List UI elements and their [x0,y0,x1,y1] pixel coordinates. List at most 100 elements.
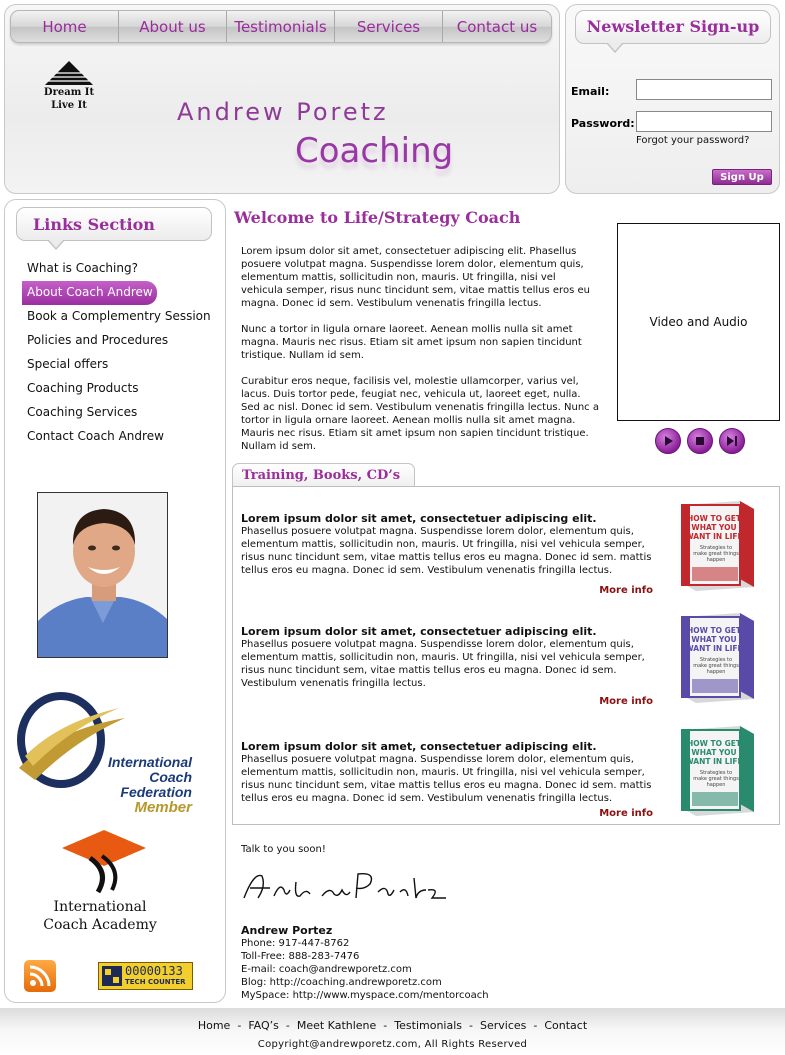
stop-icon [696,437,704,445]
more-info-link[interactable]: More info [599,695,653,708]
icf-line-1: International [107,754,192,770]
svg-text:WHAT YOU: WHAT YOU [691,748,736,757]
next-button[interactable] [719,428,745,454]
newsletter-title: Newsletter Sign-up [575,10,771,53]
link-special-offers[interactable]: Special offers [22,353,218,377]
nav-contact-us[interactable]: Contact us [443,11,551,42]
svg-text:HOW TO GET: HOW TO GET [687,626,742,635]
nav-services[interactable]: Services [335,11,443,42]
play-icon [665,436,673,446]
more-info-link[interactable]: More info [599,584,653,597]
pyramid-icon [45,61,93,85]
contact-name: Andrew Portez [241,924,333,937]
link-contact-coach[interactable]: Contact Coach Andrew [22,425,218,449]
footer-link-faqs[interactable]: FAQ’s [248,1019,279,1032]
password-label: Password: [571,117,635,130]
intro-paragraph-3: Curabitur eros neque, facilisis vel, mol… [241,376,599,452]
rss-icon[interactable] [24,960,56,992]
svg-text:happen: happen [707,782,726,788]
link-coaching-services[interactable]: Coaching Services [22,401,218,425]
counter-icon [102,966,122,986]
newsletter-title-text: Newsletter Sign-up [586,17,760,36]
product-item: Lorem ipsum dolor sit amet, consectetuer… [241,512,653,602]
link-coaching-products[interactable]: Coaching Products [22,377,218,401]
links-list: What is Coaching? About Coach Andrew Boo… [22,257,218,449]
contact-myspace[interactable]: MySpace: http://www.myspace.com/mentorco… [241,989,489,1002]
coach-photo [37,492,168,658]
nav-testimonials[interactable]: Testimonials [227,11,335,42]
footer-link-contact[interactable]: Contact [544,1019,587,1032]
footer: Home - FAQ’s - Meet Kathlene - Testimonials - Se… [0,1008,785,1055]
product-item: Lorem ipsum dolor sit amet, consectetuer… [241,625,653,715]
footer-link-testimonials[interactable]: Testimonials [394,1019,462,1032]
svg-text:WANT IN LIFE: WANT IN LIFE [685,644,742,653]
nav-home[interactable]: Home [11,11,119,42]
svg-text:WANT IN LIFE: WANT IN LIFE [685,757,742,766]
copyright: Copyright@andrewporetz.com, All Rights R… [257,1039,528,1050]
footer-link-meet-kathlene[interactable]: Meet Kathlene [297,1019,376,1032]
sign-up-button[interactable]: Sign Up [712,169,772,185]
ica-emblem [62,830,146,894]
links-section-title-text: Links Section [33,215,155,234]
link-what-is-coaching[interactable]: What is Coaching? [22,257,218,281]
ica-line-2: Coach Academy [43,917,157,933]
signature [243,873,446,899]
intro-paragraph-2: Nunc a tortor in ligula ornare laoreet. … [241,324,582,361]
footer-link-services[interactable]: Services [480,1019,526,1032]
contact-block: Andrew Portez Phone: 917-447-8762 Toll-F… [241,924,489,1002]
ica-line-1: International [53,899,147,915]
hit-counter[interactable]: 00000133 TECH COUNTER [98,962,193,990]
video-player[interactable]: Video and Audio [617,223,780,421]
main-nav: Home About us Testimonials Services Cont… [10,10,552,43]
product-description: Phasellus posuere volutpat magna. Suspen… [241,639,645,689]
links-section-title: Links Section [16,207,212,250]
contact-phone: Phone: 917-447-8762 [241,938,350,949]
product-item: Lorem ipsum dolor sit amet, consectetuer… [241,740,653,830]
intro-text: Lorem ipsum dolor sit amet, consectetuer… [241,245,599,466]
contact-blog[interactable]: Blog: http://coaching.andrewporetz.com [241,976,489,989]
svg-text:WHAT YOU: WHAT YOU [691,523,736,532]
password-field[interactable] [636,111,772,132]
product-description: Phasellus posuere volutpat magna. Suspen… [241,754,652,804]
more-info-link[interactable]: More info [599,807,653,820]
nav-about-us[interactable]: About us [119,11,227,42]
footer-link-home[interactable]: Home [198,1019,230,1032]
link-policies[interactable]: Policies and Procedures [22,329,218,353]
dream-it-logo[interactable]: Dream It Live It [38,60,100,112]
product-description: Phasellus posuere volutpat magna. Suspen… [241,526,652,576]
play-button[interactable] [655,428,681,454]
email-label: Email: [571,85,610,98]
intro-paragraph-1: Lorem ipsum dolor sit amet, consectetuer… [241,246,590,309]
contact-email[interactable]: E-mail: coach@andrewporetz.com [241,963,489,976]
email-field[interactable] [636,79,772,100]
skip-next-icon [727,436,737,446]
video-label: Video and Audio [649,315,748,329]
icf-text: International Coach Federation Member [78,754,192,816]
svg-text:HOW TO GET: HOW TO GET [687,739,742,748]
footer-nav: Home - FAQ’s - Meet Kathlene - Testimonials - Se… [0,1019,785,1032]
link-about-coach-andrew[interactable]: About Coach Andrew [22,281,157,305]
book-cover-image[interactable]: HOW TO GET WHAT YOU WANT IN LIFE Strategies… [678,724,756,816]
forgot-password-link[interactable]: Forgot your password? [636,135,749,146]
product-title: Lorem ipsum dolor sit amet, consectetuer… [241,625,597,638]
footer-separator: - [383,1019,388,1032]
book-cover-image[interactable]: HOW TO GET WHAT YOU WANT IN LIFE Strategies… [678,499,756,591]
counter-value: 00000133 [125,964,183,978]
product-title: Lorem ipsum dolor sit amet, consectetuer… [241,512,597,525]
svg-text:WANT IN LIFE: WANT IN LIFE [685,532,742,541]
products-tab[interactable]: Training, Books, CD’s [232,463,415,487]
footer-separator: - [469,1019,473,1032]
counter-label: TECH COUNTER [125,978,186,986]
footer-separator: - [533,1019,538,1032]
page-title: Welcome to Life/Strategy Coach [234,208,521,227]
book-cover-image[interactable]: HOW TO GET WHAT YOU WANT IN LIFE Strategies… [678,611,756,703]
ica-logo: International Coach Academy [40,828,160,933]
footer-separator: - [285,1019,290,1032]
bubble-tail [47,239,65,250]
svg-text:HOW TO GET: HOW TO GET [687,514,742,523]
icf-line-2: Coach Federation [120,769,192,800]
logo-line-1: Dream It [43,87,95,98]
link-book-session[interactable]: Book a Complementry Session [22,305,218,329]
icf-line-3: Member [134,799,192,816]
stop-button[interactable] [687,428,713,454]
